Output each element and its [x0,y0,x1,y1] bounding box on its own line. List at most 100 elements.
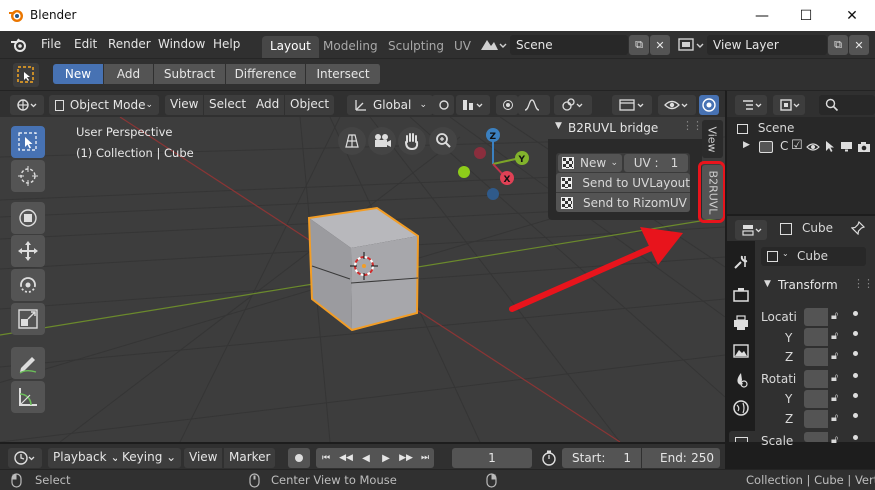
render-icon[interactable] [732,287,750,303]
output-printer-icon[interactable] [732,315,750,331]
overlays-button[interactable] [658,95,696,115]
tool-rotate[interactable] [11,269,45,301]
next-keyframe-button[interactable]: ▶▶ [396,448,416,468]
camera-view-button[interactable] [368,127,396,155]
expand-triangle-icon[interactable]: ▶ [743,140,750,150]
jump-start-button[interactable]: ⏮ [316,448,336,468]
timeline-editor-type-button[interactable] [8,448,42,468]
menu-playback[interactable]: Playback ⌄ [48,448,126,468]
menu-render[interactable]: Render [108,37,151,51]
mode-subtract-button[interactable]: Subtract [154,64,226,84]
play-reverse-button[interactable]: ◀ [356,448,376,468]
play-button[interactable]: ▶ [376,448,396,468]
uv-channel-field[interactable]: UV : 1 [624,154,688,172]
outliner-search-input[interactable] [819,95,875,115]
scene-delete-button[interactable]: ✕ [650,35,670,55]
tool-cursor[interactable] [11,160,45,192]
panel-header[interactable]: ▼ B2RUVL bridge ⋮⋮ [548,117,703,139]
minimize-button[interactable]: — [739,0,785,31]
pivot-point-button[interactable] [432,95,454,115]
blender-menu-icon[interactable] [10,38,28,52]
location-y-field[interactable] [804,328,828,346]
view-layer-delete-button[interactable]: ✕ [849,35,869,55]
viewport-gizmo-button[interactable] [612,95,652,115]
keyframe-dot-icon[interactable] [853,311,858,316]
tab-view[interactable]: View [702,120,723,158]
drag-handle-icon[interactable]: ⋮⋮ [853,277,874,290]
mode-intersect-button[interactable]: Intersect [306,64,381,84]
auto-keying-button[interactable] [288,448,310,468]
object-mode-dropdown[interactable]: Object Mode ⌄ [49,95,159,115]
mode-difference-button[interactable]: Difference [226,64,306,84]
view-layer-field[interactable]: View Layer [707,35,827,55]
lock-icon[interactable]: 🔓︎ [831,309,838,323]
location-x-field[interactable] [804,308,828,326]
rotation-z-field[interactable] [804,410,828,428]
cube-object[interactable] [307,206,420,332]
stopwatch-icon[interactable] [541,450,557,466]
keyframe-dot-icon[interactable] [853,435,858,440]
pin-icon[interactable] [851,221,865,235]
xray-toggle[interactable] [699,95,719,115]
scene-name-field[interactable]: Scene [510,35,628,55]
lock-icon[interactable]: 🔓︎ [831,329,838,343]
current-frame-field[interactable]: 1 [452,448,532,468]
scene-collection-row[interactable]: Scene [737,121,794,135]
camera-render-icon[interactable] [857,141,871,153]
tab-uv[interactable]: UV [446,36,479,58]
menu-timeline-view[interactable]: View [184,448,223,468]
tool-move[interactable] [11,202,45,234]
menu-help[interactable]: Help [213,37,240,51]
tab-modeling[interactable]: Modeling [315,36,386,58]
scene-properties-icon[interactable] [732,371,750,389]
keyframe-dot-icon[interactable] [853,413,858,418]
tab-layout[interactable]: Layout [262,36,319,58]
tool-measure[interactable] [11,381,45,413]
keyframe-dot-icon[interactable] [853,331,858,336]
view-layer-image-icon[interactable] [732,343,750,359]
menu-object[interactable]: Object [285,95,335,115]
snap-toggle[interactable] [456,95,490,115]
menu-file[interactable]: File [41,37,61,51]
falloff-dropdown[interactable] [518,95,550,115]
select-box-tool-button[interactable] [13,63,39,87]
start-frame-field[interactable]: Start: 1 [562,448,641,468]
new-dropdown[interactable]: New ⌄ [558,154,622,172]
scene-copy-button[interactable]: ⧉ [629,35,649,55]
menu-window[interactable]: Window [158,37,205,51]
mode-new-button[interactable]: New [53,64,104,84]
selectable-arrow-icon[interactable] [824,140,836,153]
menu-marker[interactable]: Marker [224,448,276,468]
lock-icon[interactable]: 🔓︎ [831,371,838,385]
tab-sculpting[interactable]: Sculpting [380,36,452,58]
collection-row[interactable]: ▶ C ☑ [727,138,875,159]
keyframe-dot-icon[interactable] [853,351,858,356]
tool-wrench-icon[interactable] [732,253,750,271]
scene-browse-button[interactable] [478,35,508,55]
location-z-field[interactable] [804,348,828,366]
menu-edit[interactable]: Edit [74,37,97,51]
close-button[interactable]: ✕ [829,0,875,31]
object-types-visibility-button[interactable] [554,95,592,115]
keyframe-dot-icon[interactable] [853,393,858,398]
transform-section-header[interactable]: ▼ Transform ⋮⋮ [755,275,875,297]
keyframe-dot-icon[interactable] [853,373,858,378]
outliner-editor-type-button[interactable] [735,95,767,115]
menu-add[interactable]: Add [251,95,285,115]
tool-select-box[interactable] [11,126,45,158]
lock-icon[interactable]: 🔓︎ [831,349,838,363]
editor-type-button[interactable] [10,95,44,115]
rotation-y-field[interactable] [804,390,828,408]
rotation-x-field[interactable] [804,370,828,388]
proportional-edit-toggle[interactable] [496,95,518,115]
tool-annotate[interactable] [11,347,45,379]
send-to-rizomuv-button[interactable]: Send to RizomUV [556,193,690,212]
prev-keyframe-button[interactable]: ◀◀ [336,448,356,468]
lock-icon[interactable]: 🔓︎ [831,411,838,425]
view-layer-browse-button[interactable] [676,35,706,55]
lock-icon[interactable]: 🔓︎ [831,433,838,447]
tab-b2ruvl[interactable]: B2RUVL [702,165,723,219]
end-frame-field[interactable]: End: 250 [642,448,720,468]
jump-end-button[interactable]: ⏭ [416,448,434,468]
menu-view[interactable]: View [165,95,204,115]
